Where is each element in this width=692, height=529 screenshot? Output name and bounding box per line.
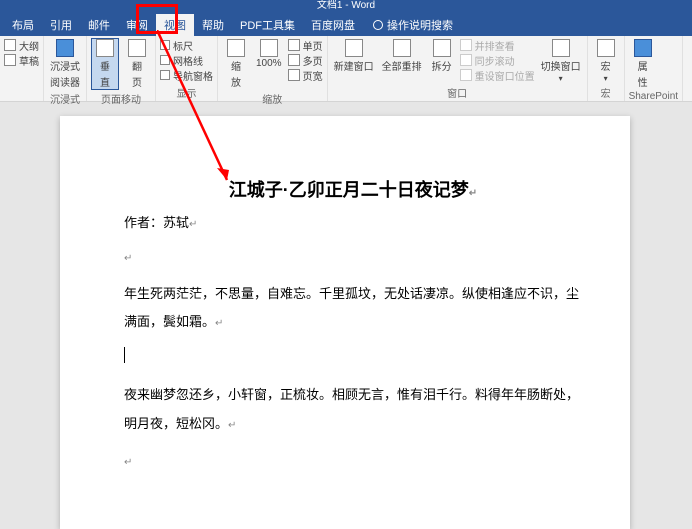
- zoom-button[interactable]: 缩 放: [222, 38, 250, 90]
- chevron-down-icon: ▾: [604, 74, 608, 83]
- title-bar: 文档1 - Word: [0, 0, 692, 14]
- menu-bar: 布局 引用 邮件 审阅 视图 帮助 PDF工具集 百度网盘 操作说明搜索: [0, 14, 692, 36]
- page-width-button[interactable]: 页宽: [288, 68, 323, 82]
- new-window-button[interactable]: 新建窗口: [332, 38, 376, 74]
- checkbox-icon: [160, 40, 170, 50]
- sync-scroll-button: 同步滚动: [460, 53, 535, 67]
- window-title: 文档1 - Word: [317, 0, 375, 11]
- group-show-label: 显示: [160, 84, 213, 101]
- group-immersive-label: 沉浸式: [48, 90, 82, 107]
- zoom-100-button[interactable]: 100%: [254, 38, 284, 70]
- tab-layout[interactable]: 布局: [4, 14, 42, 36]
- arrange-all-button[interactable]: 全部重排: [380, 38, 424, 74]
- outline-icon: [4, 39, 16, 51]
- paragraph-mark-icon: ↵: [228, 420, 236, 431]
- tell-me-search[interactable]: 操作说明搜索: [373, 17, 453, 33]
- split-button[interactable]: 拆分: [428, 38, 456, 74]
- group-show: 标尺 网格线 导航窗格 显示: [156, 36, 218, 101]
- flip-icon: [128, 39, 146, 57]
- group-window-label: 窗口: [332, 84, 583, 101]
- macros-button[interactable]: 宏 ▾: [592, 38, 620, 84]
- immersive-reader-icon: [56, 39, 74, 57]
- view-side-by-side-button: 并排查看: [460, 38, 535, 52]
- group-views-left: 大纲 草稿: [0, 36, 44, 101]
- search-placeholder: 操作说明搜索: [387, 17, 453, 33]
- one-page-icon: [288, 39, 300, 51]
- tab-baidu[interactable]: 百度网盘: [303, 14, 363, 36]
- draft-icon: [4, 54, 16, 66]
- checkbox-icon: [160, 55, 170, 65]
- paragraph-mark-icon: ↵: [469, 188, 477, 199]
- vertical-icon: [96, 39, 114, 57]
- tab-help[interactable]: 帮助: [194, 14, 232, 36]
- sync-scroll-icon: [460, 54, 472, 66]
- ruler-checkbox[interactable]: 标尺: [160, 38, 213, 52]
- switch-windows-button[interactable]: 切换窗口 ▾: [539, 38, 583, 84]
- paragraph-1[interactable]: 年生死两茫茫，不思量，自难忘。千里孤坟，无处话凄凉。纵使相逢应不识，尘满面，鬓如…: [124, 280, 582, 337]
- one-page-button[interactable]: 单页: [288, 38, 323, 52]
- checkbox-icon: [160, 70, 170, 80]
- side-to-side-button[interactable]: 翻 页: [123, 38, 151, 90]
- draft-view-button[interactable]: 草稿: [4, 53, 39, 67]
- paragraph-mark-icon: ↵: [189, 219, 197, 230]
- empty-line[interactable]: ↵: [124, 243, 582, 272]
- paragraph-mark-icon: ↵: [124, 253, 132, 264]
- nav-pane-checkbox[interactable]: 导航窗格: [160, 68, 213, 82]
- reset-window-icon: [460, 69, 472, 81]
- paragraph-mark-icon: ↵: [124, 457, 132, 468]
- group-macros-label: 宏: [592, 84, 620, 101]
- gridlines-checkbox[interactable]: 网格线: [160, 53, 213, 67]
- arrange-all-icon: [393, 39, 411, 57]
- page[interactable]: 江城子·乙卯正月二十日夜记梦↵ 作者：苏轼↵ ↵ 年生死两茫茫，不思量，自难忘。…: [60, 116, 630, 529]
- cursor-line[interactable]: [124, 345, 582, 374]
- group-window: 新建窗口 全部重排 拆分 并排查看 同步滚动 重设窗口位置 切换窗口 ▾ 窗口: [328, 36, 588, 101]
- reset-window-button: 重设窗口位置: [460, 68, 535, 82]
- group-macros: 宏 ▾ 宏: [588, 36, 625, 101]
- group-zoom: 缩 放 100% 单页 多页 页宽 缩放: [218, 36, 328, 101]
- paragraph-2[interactable]: 夜来幽梦忽还乡，小轩窗，正梳妆。相顾无言，惟有泪千行。料得年年肠断处，明月夜，短…: [124, 381, 582, 438]
- group-page-movement-label: 页面移动: [91, 90, 151, 107]
- zoom-icon: [227, 39, 245, 57]
- group-sharepoint-label: SharePoint: [629, 90, 678, 103]
- document-area[interactable]: 江城子·乙卯正月二十日夜记梦↵ 作者：苏轼↵ ↵ 年生死两茫茫，不思量，自难忘。…: [0, 102, 692, 529]
- tab-review[interactable]: 审阅: [118, 14, 156, 36]
- text-cursor: [124, 347, 125, 363]
- zoom-100-icon: [260, 39, 278, 57]
- multi-page-button[interactable]: 多页: [288, 53, 323, 67]
- group-sharepoint: 属 性 SharePoint: [625, 36, 683, 101]
- tab-pdf-tools[interactable]: PDF工具集: [232, 14, 303, 36]
- macros-icon: [597, 39, 615, 57]
- properties-icon: [634, 39, 652, 57]
- ribbon: 大纲 草稿 沉浸式 阅读器 沉浸式 垂 直 翻 页: [0, 36, 692, 102]
- document-author[interactable]: 作者：苏轼↵: [124, 212, 582, 231]
- split-icon: [433, 39, 451, 57]
- tab-mail[interactable]: 邮件: [80, 14, 118, 36]
- group-page-movement: 垂 直 翻 页 页面移动: [87, 36, 156, 101]
- group-zoom-label: 缩放: [222, 90, 323, 107]
- immersive-reader-button[interactable]: 沉浸式 阅读器: [48, 38, 82, 90]
- page-width-icon: [288, 69, 300, 81]
- lightbulb-icon: [373, 20, 383, 30]
- paragraph-mark-icon: ↵: [215, 318, 223, 329]
- multi-page-icon: [288, 54, 300, 66]
- group-views-spacer: [4, 88, 39, 101]
- document-title[interactable]: 江城子·乙卯正月二十日夜记梦↵: [124, 176, 582, 202]
- switch-windows-icon: [552, 39, 570, 57]
- outline-view-button[interactable]: 大纲: [4, 38, 39, 52]
- tab-references[interactable]: 引用: [42, 14, 80, 36]
- tab-view[interactable]: 视图: [156, 14, 194, 36]
- side-by-side-icon: [460, 39, 472, 51]
- chevron-down-icon: ▾: [559, 74, 563, 83]
- properties-button[interactable]: 属 性: [629, 38, 657, 90]
- new-window-icon: [345, 39, 363, 57]
- vertical-button[interactable]: 垂 直: [91, 38, 119, 90]
- group-immersive: 沉浸式 阅读器 沉浸式: [44, 36, 87, 101]
- empty-line-end[interactable]: ↵: [124, 447, 582, 476]
